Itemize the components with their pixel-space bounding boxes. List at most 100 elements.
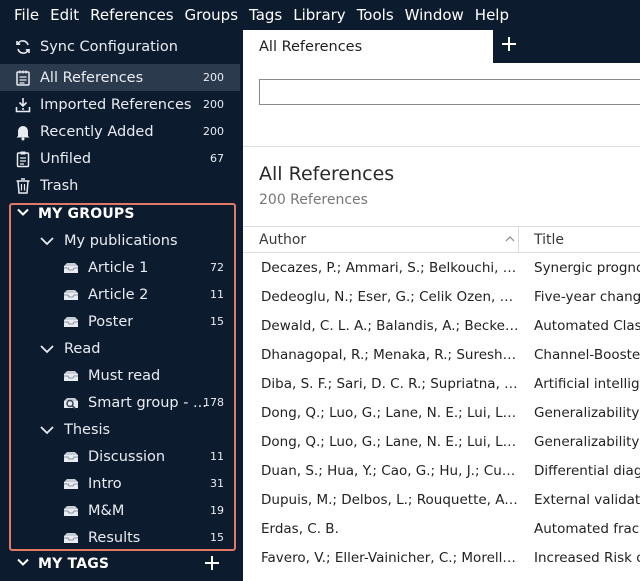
group-icon — [62, 448, 80, 466]
tab-all-references[interactable]: All References — [243, 30, 493, 63]
sidebar-item-unfiled[interactable]: Unfiled 67 — [0, 145, 240, 172]
group-item-discussion[interactable]: Discussion 11 — [0, 443, 240, 470]
sidebar-item-trash-label: Trash — [40, 177, 79, 194]
cell-author: Dedeoglu, N.; Eser, G.; Celik Ozen, D.; … — [261, 288, 519, 305]
cell-title: Automated frac — [534, 520, 640, 537]
group-item-poster-count: 15 — [210, 315, 224, 328]
sidebar-item-all-references-count: 200 — [203, 71, 224, 84]
list-subtitle: 200 References — [259, 192, 368, 208]
table-row[interactable]: Dewald, C. L. A.; Balandis, A.; Becker, … — [243, 311, 640, 340]
tab-label: All References — [259, 38, 363, 55]
menu-bar: File Edit References Groups Tags Library Tools… — [0, 0, 640, 30]
menu-file[interactable]: File — [14, 6, 39, 24]
sidebar-item-recently-added-count: 200 — [203, 125, 224, 138]
menu-edit[interactable]: Edit — [50, 6, 79, 24]
group-item-results[interactable]: Results 15 — [0, 524, 240, 551]
cell-author: Decazes, P.; Ammari, S.; Belkouchi, Y.;.… — [261, 259, 519, 276]
table-header: Author Title — [243, 226, 640, 253]
group-icon — [62, 313, 80, 331]
group-item-must-read[interactable]: Must read — [0, 362, 240, 389]
group-item-smart-group-label: Smart group - ... — [88, 394, 207, 411]
my-tags-header[interactable]: MY TAGS — [0, 550, 240, 577]
group-icon — [62, 367, 80, 385]
sort-ascending-icon[interactable] — [505, 234, 515, 244]
sidebar-item-imported-references-count: 200 — [203, 98, 224, 111]
sidebar-item-all-references[interactable]: All References 200 — [0, 64, 240, 91]
column-header-author[interactable]: Author — [259, 227, 518, 253]
table-row[interactable]: Favero, V.; Eller-Vainicher, C.; Morelli… — [243, 543, 640, 572]
table-row[interactable]: Dupuis, M.; Delbos, L.; Rouquette, A.; .… — [243, 485, 640, 514]
group-item-article-2-label: Article 2 — [88, 286, 149, 303]
menu-window[interactable]: Window — [405, 6, 464, 24]
cell-author: Diba, S. F.; Sari, D. C. R.; Supriatna, … — [261, 375, 519, 392]
group-icon — [62, 259, 80, 277]
my-groups-header[interactable]: MY GROUPS — [0, 200, 240, 227]
clipboard-icon — [14, 150, 32, 168]
group-item-article-1-label: Article 1 — [88, 259, 149, 276]
search-input[interactable] — [259, 79, 640, 105]
menu-help[interactable]: Help — [475, 6, 509, 24]
menu-library[interactable]: Library — [293, 6, 345, 24]
group-item-smart-group-count: 178 — [203, 396, 224, 409]
table-row[interactable]: Dong, Q.; Luo, G.; Lane, N. E.; Lui, L. … — [243, 427, 640, 456]
group-item-smart-group[interactable]: Smart group - ... 178 — [0, 389, 240, 416]
chevron-down-icon — [38, 340, 56, 358]
table-row[interactable]: Dhanagopal, R.; Menaka, R.; Suresh K... C… — [243, 340, 640, 369]
table-row[interactable]: Diba, S. F.; Sari, D. C. R.; Supriatna, … — [243, 369, 640, 398]
column-title-label: Title — [534, 232, 565, 248]
chevron-down-icon — [16, 205, 30, 223]
sidebar-item-unfiled-label: Unfiled — [40, 150, 92, 167]
group-item-results-label: Results — [88, 529, 141, 546]
table-row[interactable]: Dong, Q.; Luo, G.; Lane, N. E.; Lui, L. … — [243, 398, 640, 427]
table-row[interactable]: Erdas, C. B. Automated frac — [243, 514, 640, 543]
chevron-down-icon — [16, 555, 30, 573]
chevron-down-icon — [38, 232, 56, 250]
column-author-label: Author — [259, 232, 307, 248]
group-icon — [62, 502, 80, 520]
cell-author: Dong, Q.; Luo, G.; Lane, N. E.; Lui, L. … — [261, 404, 519, 421]
cell-title: Generalizability — [534, 433, 640, 450]
cell-title: Five-year chang — [534, 288, 640, 305]
menu-references[interactable]: References — [90, 6, 173, 24]
sidebar-item-trash[interactable]: Trash — [0, 172, 240, 199]
table-row[interactable]: Decazes, P.; Ammari, S.; Belkouchi, Y.;.… — [243, 253, 640, 282]
cell-title: Differential diag — [534, 462, 640, 479]
group-item-intro[interactable]: Intro 31 — [0, 470, 240, 497]
sync-configuration-item[interactable]: Sync Configuration — [0, 33, 240, 60]
chevron-down-icon — [38, 421, 56, 439]
group-folder-my-publications[interactable]: My publications — [0, 227, 240, 254]
group-item-poster-label: Poster — [88, 313, 134, 330]
sidebar-item-unfiled-count: 67 — [210, 152, 224, 165]
group-item-poster[interactable]: Poster 15 — [0, 308, 240, 335]
group-item-m-m[interactable]: M&M 19 — [0, 497, 240, 524]
group-icon — [62, 529, 80, 547]
menu-tools[interactable]: Tools — [357, 6, 394, 24]
group-folder-thesis[interactable]: Thesis — [0, 416, 240, 443]
table-row[interactable]: Dedeoglu, N.; Eser, G.; Celik Ozen, D.; … — [243, 282, 640, 311]
column-divider[interactable] — [518, 227, 519, 253]
table-row[interactable]: Duan, S.; Hua, Y.; Cao, G.; Hu, J.; Cui,… — [243, 456, 640, 485]
search-toolbar — [243, 63, 640, 147]
references-table: Author Title Decazes, P.; Ammari, S.; Be… — [243, 226, 640, 572]
sidebar-item-recently-added-label: Recently Added — [40, 123, 154, 140]
group-item-discussion-label: Discussion — [88, 448, 166, 465]
table-body: Decazes, P.; Ammari, S.; Belkouchi, Y.;.… — [243, 253, 640, 572]
group-item-article-2[interactable]: Article 2 11 — [0, 281, 240, 308]
cell-title: Automated Clas — [534, 317, 640, 334]
new-tab-button[interactable] — [501, 36, 517, 56]
add-tag-button[interactable] — [204, 554, 220, 574]
list-title: All References — [259, 163, 395, 185]
import-icon — [14, 96, 32, 114]
group-item-intro-label: Intro — [88, 475, 122, 492]
column-header-title[interactable]: Title — [534, 227, 564, 253]
menu-tags[interactable]: Tags — [249, 6, 282, 24]
smart-group-icon — [62, 394, 80, 412]
sidebar-item-recently-added[interactable]: Recently Added 200 — [0, 118, 240, 145]
cell-author: Dhanagopal, R.; Menaka, R.; Suresh K... — [261, 346, 519, 363]
menu-groups[interactable]: Groups — [185, 6, 238, 24]
group-folder-read[interactable]: Read — [0, 335, 240, 362]
sidebar-item-imported-references[interactable]: Imported References 200 — [0, 91, 240, 118]
group-item-article-1[interactable]: Article 1 72 — [0, 254, 240, 281]
group-item-discussion-count: 11 — [210, 450, 224, 463]
plus-icon — [205, 555, 219, 570]
